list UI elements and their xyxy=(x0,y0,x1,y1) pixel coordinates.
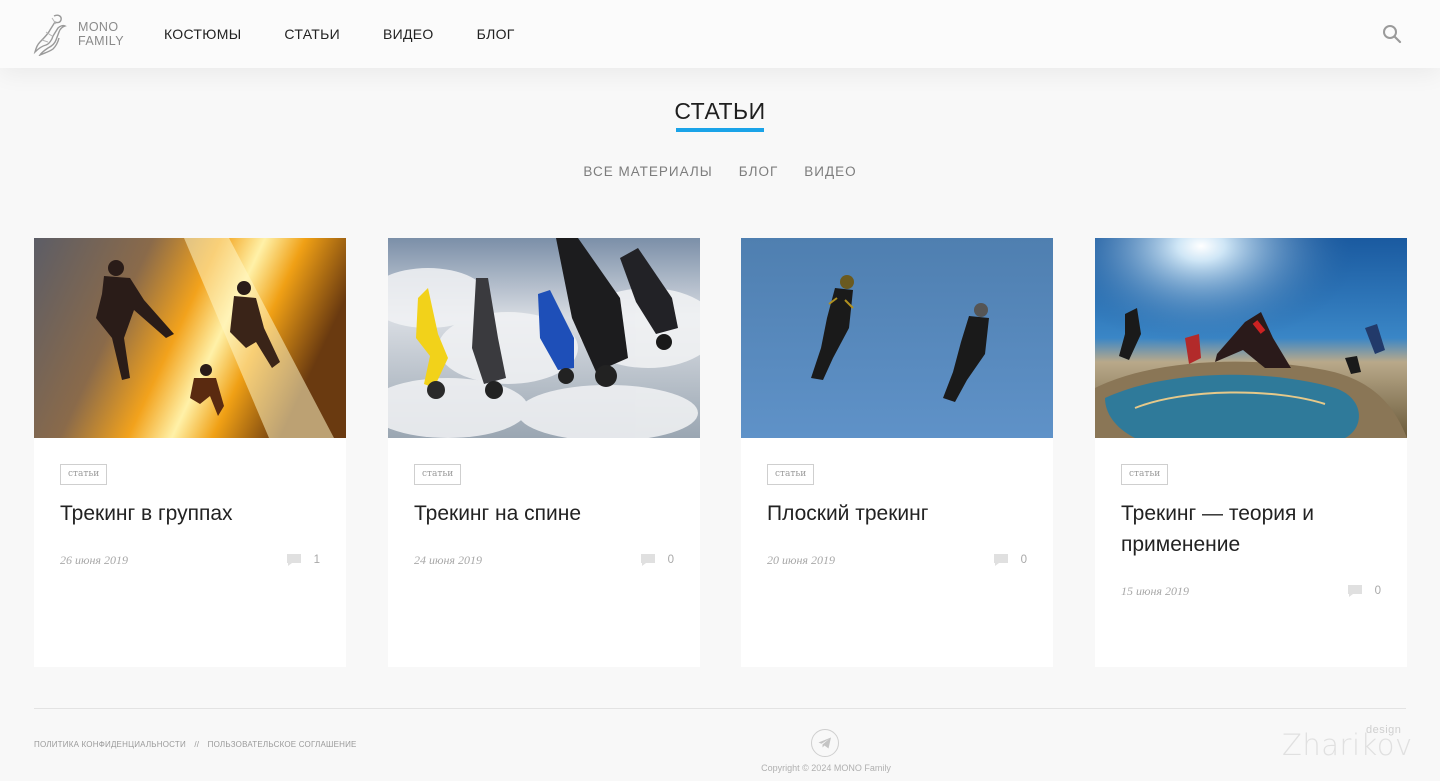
article-title[interactable]: Трекинг на спине xyxy=(414,498,684,529)
nav-item-blog[interactable]: БЛОГ xyxy=(477,26,515,42)
skydivers-sunlight-image xyxy=(34,238,346,438)
article-meta: 15 июня 2019 0 xyxy=(1121,584,1381,600)
footer-separator: // xyxy=(194,740,200,749)
nav-item-costumes[interactable]: КОСТЮМЫ xyxy=(164,26,241,42)
logo-line-2: FAMILY xyxy=(78,34,124,48)
article-card[interactable]: статьи Трекинг — теория и применение 15 … xyxy=(1095,238,1407,667)
article-image[interactable] xyxy=(1095,238,1407,438)
site-header: MONO FAMILY КОСТЮМЫ СТАТЬИ ВИДЕО БЛОГ xyxy=(0,0,1440,68)
comment-icon xyxy=(993,554,1008,566)
comment-count-value: 0 xyxy=(667,554,674,566)
article-meta: 26 июня 2019 1 xyxy=(60,553,320,569)
comment-count: 0 xyxy=(993,553,1027,567)
copyright: Copyright © 2024 MONO Family xyxy=(761,763,891,773)
category-tag[interactable]: статьи xyxy=(414,464,462,485)
article-date: 26 июня 2019 xyxy=(60,553,128,567)
footer-links: ПОЛИТИКА КОНФИДЕНЦИАЛЬНОСТИ // ПОЛЬЗОВАТ… xyxy=(34,740,357,749)
article-card[interactable]: статьи Трекинг в группах 26 июня 2019 1 xyxy=(34,238,346,667)
search-icon[interactable] xyxy=(1382,24,1402,44)
comment-icon xyxy=(286,554,301,566)
article-image[interactable] xyxy=(388,238,700,438)
comment-count-value: 0 xyxy=(1374,585,1381,597)
comment-count: 0 xyxy=(640,553,674,567)
filter-all-materials[interactable]: ВСЕ МАТЕРИАЛЫ xyxy=(583,164,712,179)
skydivers-over-coast-image xyxy=(1095,238,1407,438)
page-title: СТАТЬИ xyxy=(674,98,766,124)
comment-count-value: 0 xyxy=(1020,554,1027,566)
comment-count-value: 1 xyxy=(313,554,320,566)
skydivers-over-clouds-image xyxy=(388,238,700,438)
article-date: 20 июня 2019 xyxy=(767,553,835,567)
logo[interactable]: MONO FAMILY xyxy=(32,11,132,57)
nav-item-articles[interactable]: СТАТЬИ xyxy=(284,26,340,42)
category-tag[interactable]: статьи xyxy=(60,464,108,485)
article-title[interactable]: Трекинг — теория и применение xyxy=(1121,498,1391,560)
main-nav: КОСТЮМЫ СТАТЬИ ВИДЕО БЛОГ xyxy=(164,0,558,68)
two-skydivers-blue-sky-image xyxy=(741,238,1053,438)
article-date: 15 июня 2019 xyxy=(1121,584,1189,598)
article-card[interactable]: статьи Плоский трекинг 20 июня 2019 0 xyxy=(741,238,1053,667)
footer-divider xyxy=(34,708,1406,709)
article-image[interactable] xyxy=(741,238,1053,438)
skydiver-logo-icon xyxy=(33,14,67,56)
article-date: 24 июня 2019 xyxy=(414,553,482,567)
title-underline xyxy=(676,128,764,132)
filter-blog[interactable]: БЛОГ xyxy=(739,164,779,179)
privacy-policy-link[interactable]: ПОЛИТИКА КОНФИДЕНЦИАЛЬНОСТИ xyxy=(34,740,186,749)
comment-count: 0 xyxy=(1347,584,1381,598)
article-card[interactable]: статьи Трекинг на спине 24 июня 2019 0 xyxy=(388,238,700,667)
comment-icon xyxy=(640,554,655,566)
logo-line-1: MONO xyxy=(78,20,119,34)
category-tag[interactable]: статьи xyxy=(767,464,815,485)
article-meta: 24 июня 2019 0 xyxy=(414,553,674,569)
logo-text: MONO FAMILY xyxy=(78,20,124,48)
comment-count: 1 xyxy=(286,553,320,567)
telegram-button[interactable] xyxy=(811,729,839,757)
user-agreement-link[interactable]: ПОЛЬЗОВАТЕЛЬСКОЕ СОГЛАШЕНИЕ xyxy=(208,740,357,749)
designer-sub: design xyxy=(1366,724,1402,736)
comment-icon xyxy=(1347,585,1362,597)
category-tag[interactable]: статьи xyxy=(1121,464,1169,485)
nav-item-video[interactable]: ВИДЕО xyxy=(383,26,434,42)
designer-credit[interactable]: Zharikov design xyxy=(1282,724,1412,764)
article-title[interactable]: Трекинг в группах xyxy=(60,498,330,529)
filter-video[interactable]: ВИДЕО xyxy=(804,164,856,179)
article-image[interactable] xyxy=(34,238,346,438)
telegram-icon xyxy=(818,737,831,749)
article-title[interactable]: Плоский трекинг xyxy=(767,498,1037,529)
article-meta: 20 июня 2019 0 xyxy=(767,553,1027,569)
category-filters: ВСЕ МАТЕРИАЛЫ БЛОГ ВИДЕО xyxy=(0,164,1440,179)
